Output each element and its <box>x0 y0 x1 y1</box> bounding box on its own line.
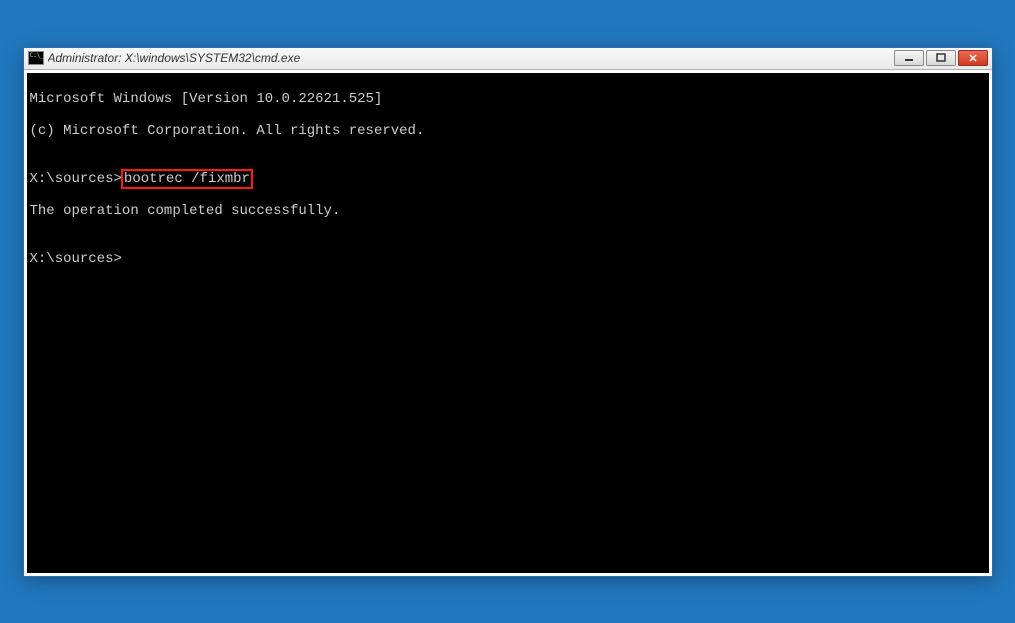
minimize-button[interactable] <box>894 50 924 66</box>
window-title: Administrator: X:\windows\SYSTEM32\cmd.e… <box>48 51 894 65</box>
cmd-window: Administrator: X:\windows\SYSTEM32\cmd.e… <box>23 47 993 577</box>
terminal-output[interactable]: Microsoft Windows [Version 10.0.22621.52… <box>27 73 989 573</box>
maximize-icon <box>936 53 946 63</box>
prompt-prefix: X:\sources> <box>30 171 122 187</box>
close-button[interactable] <box>958 50 988 66</box>
close-icon <box>968 53 978 63</box>
minimize-icon <box>904 53 914 63</box>
terminal-line: (c) Microsoft Corporation. All rights re… <box>30 123 986 139</box>
terminal-line: The operation completed successfully. <box>30 203 986 219</box>
titlebar[interactable]: Administrator: X:\windows\SYSTEM32\cmd.e… <box>24 48 992 70</box>
terminal-prompt: X:\sources> <box>30 251 986 267</box>
highlighted-command: bootrec /fixmbr <box>121 169 253 189</box>
maximize-button[interactable] <box>926 50 956 66</box>
window-controls <box>894 50 988 66</box>
terminal-line: Microsoft Windows [Version 10.0.22621.52… <box>30 91 986 107</box>
terminal-prompt-line: X:\sources>bootrec /fixmbr <box>30 171 986 187</box>
cmd-icon <box>28 51 44 65</box>
